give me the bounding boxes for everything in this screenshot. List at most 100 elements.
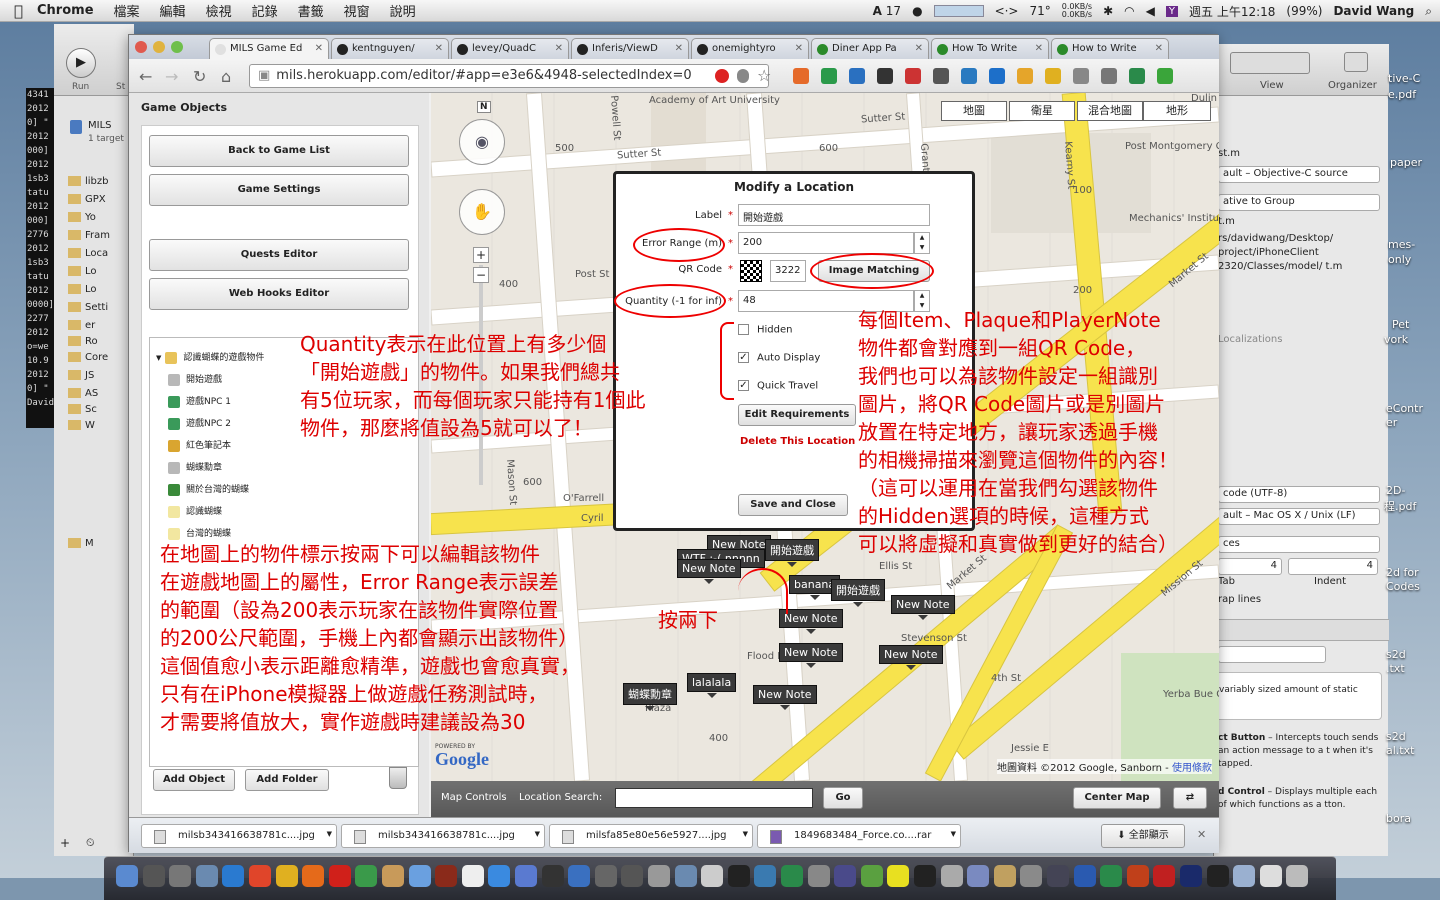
word-icon[interactable]: [1073, 865, 1096, 887]
navigator-item[interactable]: Lo: [68, 284, 97, 295]
trash-icon[interactable]: [389, 767, 407, 789]
tree-item[interactable]: 蝴蝶勳章: [168, 460, 222, 474]
cube-icon[interactable]: [701, 865, 724, 887]
edit-requirements-button[interactable]: Edit Requirements: [738, 404, 856, 426]
ps-icon[interactable]: [1180, 865, 1202, 887]
desktop-file-label[interactable]: vork: [1384, 333, 1408, 346]
prop-icon[interactable]: [1126, 865, 1149, 887]
chrome-icon[interactable]: [249, 865, 271, 887]
library-filter-select[interactable]: [1218, 646, 1326, 663]
aperture-icon[interactable]: [914, 865, 936, 887]
back-to-game-list-button[interactable]: Back to Game List: [149, 135, 409, 167]
dictionary-icon[interactable]: [435, 865, 458, 887]
extension-icon[interactable]: [1073, 68, 1089, 84]
map-marker[interactable]: New Note: [677, 559, 741, 584]
map-marker[interactable]: 蝴蝶勳章: [623, 683, 677, 711]
menu-window[interactable]: 視窗: [344, 1, 370, 20]
navigator-item[interactable]: Core: [68, 352, 108, 363]
calendar-icon[interactable]: [461, 865, 484, 887]
qr-code-input[interactable]: 3222: [770, 260, 806, 282]
browser-tab[interactable]: How To Write ✕: [931, 38, 1049, 59]
extension-icon[interactable]: [821, 68, 837, 84]
tab-close-icon[interactable]: ✕: [555, 43, 563, 54]
desktop-file-label[interactable]: paper: [1390, 156, 1422, 169]
organizer-icon[interactable]: [1344, 52, 1368, 72]
map-type-button[interactable]: 衛星: [1009, 101, 1075, 121]
extension-icon[interactable]: [793, 68, 809, 84]
tree-item[interactable]: 關於台灣的蝴蝶: [168, 482, 249, 496]
xcode-icon[interactable]: [568, 865, 591, 887]
pixel-icon[interactable]: [940, 865, 963, 887]
desktop-file-label[interactable]: mes-: [1388, 238, 1415, 251]
hidden-box[interactable]: [738, 324, 749, 335]
home-icon[interactable]: ⌂: [221, 67, 231, 86]
quick-travel-checkbox[interactable]: ✓ Quick Travel: [738, 380, 818, 392]
tree-item[interactable]: 紅色筆記本: [168, 438, 231, 452]
auto-display-box[interactable]: ✓: [738, 352, 749, 363]
map-marker[interactable]: New Note: [891, 595, 955, 620]
download-item[interactable]: milsb343416638781c....jpg ▼: [141, 824, 337, 848]
clock[interactable]: 週五 上午12:18: [1189, 3, 1275, 20]
desktop-file-label[interactable]: s2d: [1386, 648, 1406, 661]
trash-icon[interactable]: [1286, 865, 1309, 887]
hex-icon[interactable]: [807, 865, 830, 887]
browser-tab[interactable]: How to Write ✕: [1051, 38, 1169, 59]
navigator-item[interactable]: Setti: [68, 302, 108, 313]
back-arrow-icon[interactable]: ←: [139, 67, 152, 86]
ime-icon[interactable]: Y: [1165, 5, 1178, 17]
download-item[interactable]: 1849683484_Force.co....rar ▼: [757, 824, 961, 848]
desktop-file-label[interactable]: s2d: [1386, 730, 1406, 743]
download-menu-icon[interactable]: ▼: [743, 830, 748, 838]
opera-icon[interactable]: [328, 865, 351, 887]
tree-icon[interactable]: [834, 865, 857, 887]
desktop-file-label[interactable]: Pet: [1392, 318, 1409, 331]
download-menu-icon[interactable]: ▼: [535, 830, 540, 838]
save-and-close-button[interactable]: Save and Close: [738, 494, 848, 516]
game-settings-button[interactable]: Game Settings: [149, 174, 409, 206]
tab-close-icon[interactable]: ✕: [915, 43, 923, 54]
desktop-file-label[interactable]: e.pdf: [1388, 88, 1416, 101]
library-item-2[interactable]: ct Button – Intercepts touch sends an ac…: [1218, 732, 1383, 771]
map-marker[interactable]: New Note: [879, 645, 943, 670]
menu-file[interactable]: 檔案: [114, 1, 140, 20]
download-menu-icon[interactable]: ▼: [951, 830, 956, 838]
desktop-file-label[interactable]: al.txt: [1386, 744, 1414, 757]
line-endings-select[interactable]: ault – Mac OS X / Unix (LF): [1218, 508, 1380, 525]
lightbulb-icon[interactable]: [737, 69, 749, 83]
terms-link[interactable]: 使用條款: [1172, 763, 1212, 774]
file-type-select[interactable]: ault – Objective-C source: [1218, 166, 1380, 183]
address-bar[interactable]: ▣ mils.herokuapp.com/editor/#app=e3e6&494…: [249, 64, 769, 88]
tree-folder[interactable]: ▼ 認識蝴蝶的遊戲物件: [156, 350, 264, 364]
navigator-item[interactable]: Sc: [68, 404, 97, 415]
tab-close-icon[interactable]: ✕: [1035, 43, 1043, 54]
sphere-icon[interactable]: [674, 865, 697, 887]
add-object-button[interactable]: Add Object: [153, 769, 235, 791]
excel-icon[interactable]: [781, 865, 803, 887]
streetview-control[interactable]: ✋: [459, 189, 505, 235]
menu-view[interactable]: 檢視: [206, 1, 232, 20]
map-marker[interactable]: New Note: [779, 609, 843, 634]
safari-icon[interactable]: [222, 865, 245, 887]
tab-close-icon[interactable]: ✕: [675, 43, 683, 54]
navigator-item[interactable]: Ro: [68, 336, 98, 347]
auto-display-checkbox[interactable]: ✓ Auto Display: [738, 352, 820, 364]
navigator-item[interactable]: Lo: [68, 266, 97, 277]
volume-icon[interactable]: ◀: [1146, 4, 1155, 18]
forward-arrow-icon[interactable]: →: [165, 67, 178, 86]
desktop-file-label[interactable]: only: [1388, 253, 1411, 266]
map-marker[interactable]: 開始遊戲: [765, 539, 819, 567]
navigator-item[interactable]: M: [68, 538, 94, 549]
pan-control[interactable]: ◉: [459, 119, 505, 165]
wrench-icon[interactable]: [1020, 865, 1043, 887]
desktop-file-label[interactable]: 程.pdf: [1384, 498, 1416, 514]
location-search-input[interactable]: [615, 788, 813, 808]
extension-icon[interactable]: [933, 68, 949, 84]
close-downloads-icon[interactable]: ✕: [1197, 828, 1206, 841]
navigator-add-icon[interactable]: +: [60, 836, 70, 850]
navigator-item[interactable]: AS: [68, 388, 98, 399]
quests-editor-button[interactable]: Quests Editor: [149, 239, 409, 271]
add-folder-button[interactable]: Add Folder: [245, 769, 329, 791]
menu-edit[interactable]: 編輯: [160, 1, 186, 20]
wifi-icon[interactable]: ◠: [1124, 4, 1134, 18]
launchpad-icon[interactable]: [142, 865, 165, 887]
